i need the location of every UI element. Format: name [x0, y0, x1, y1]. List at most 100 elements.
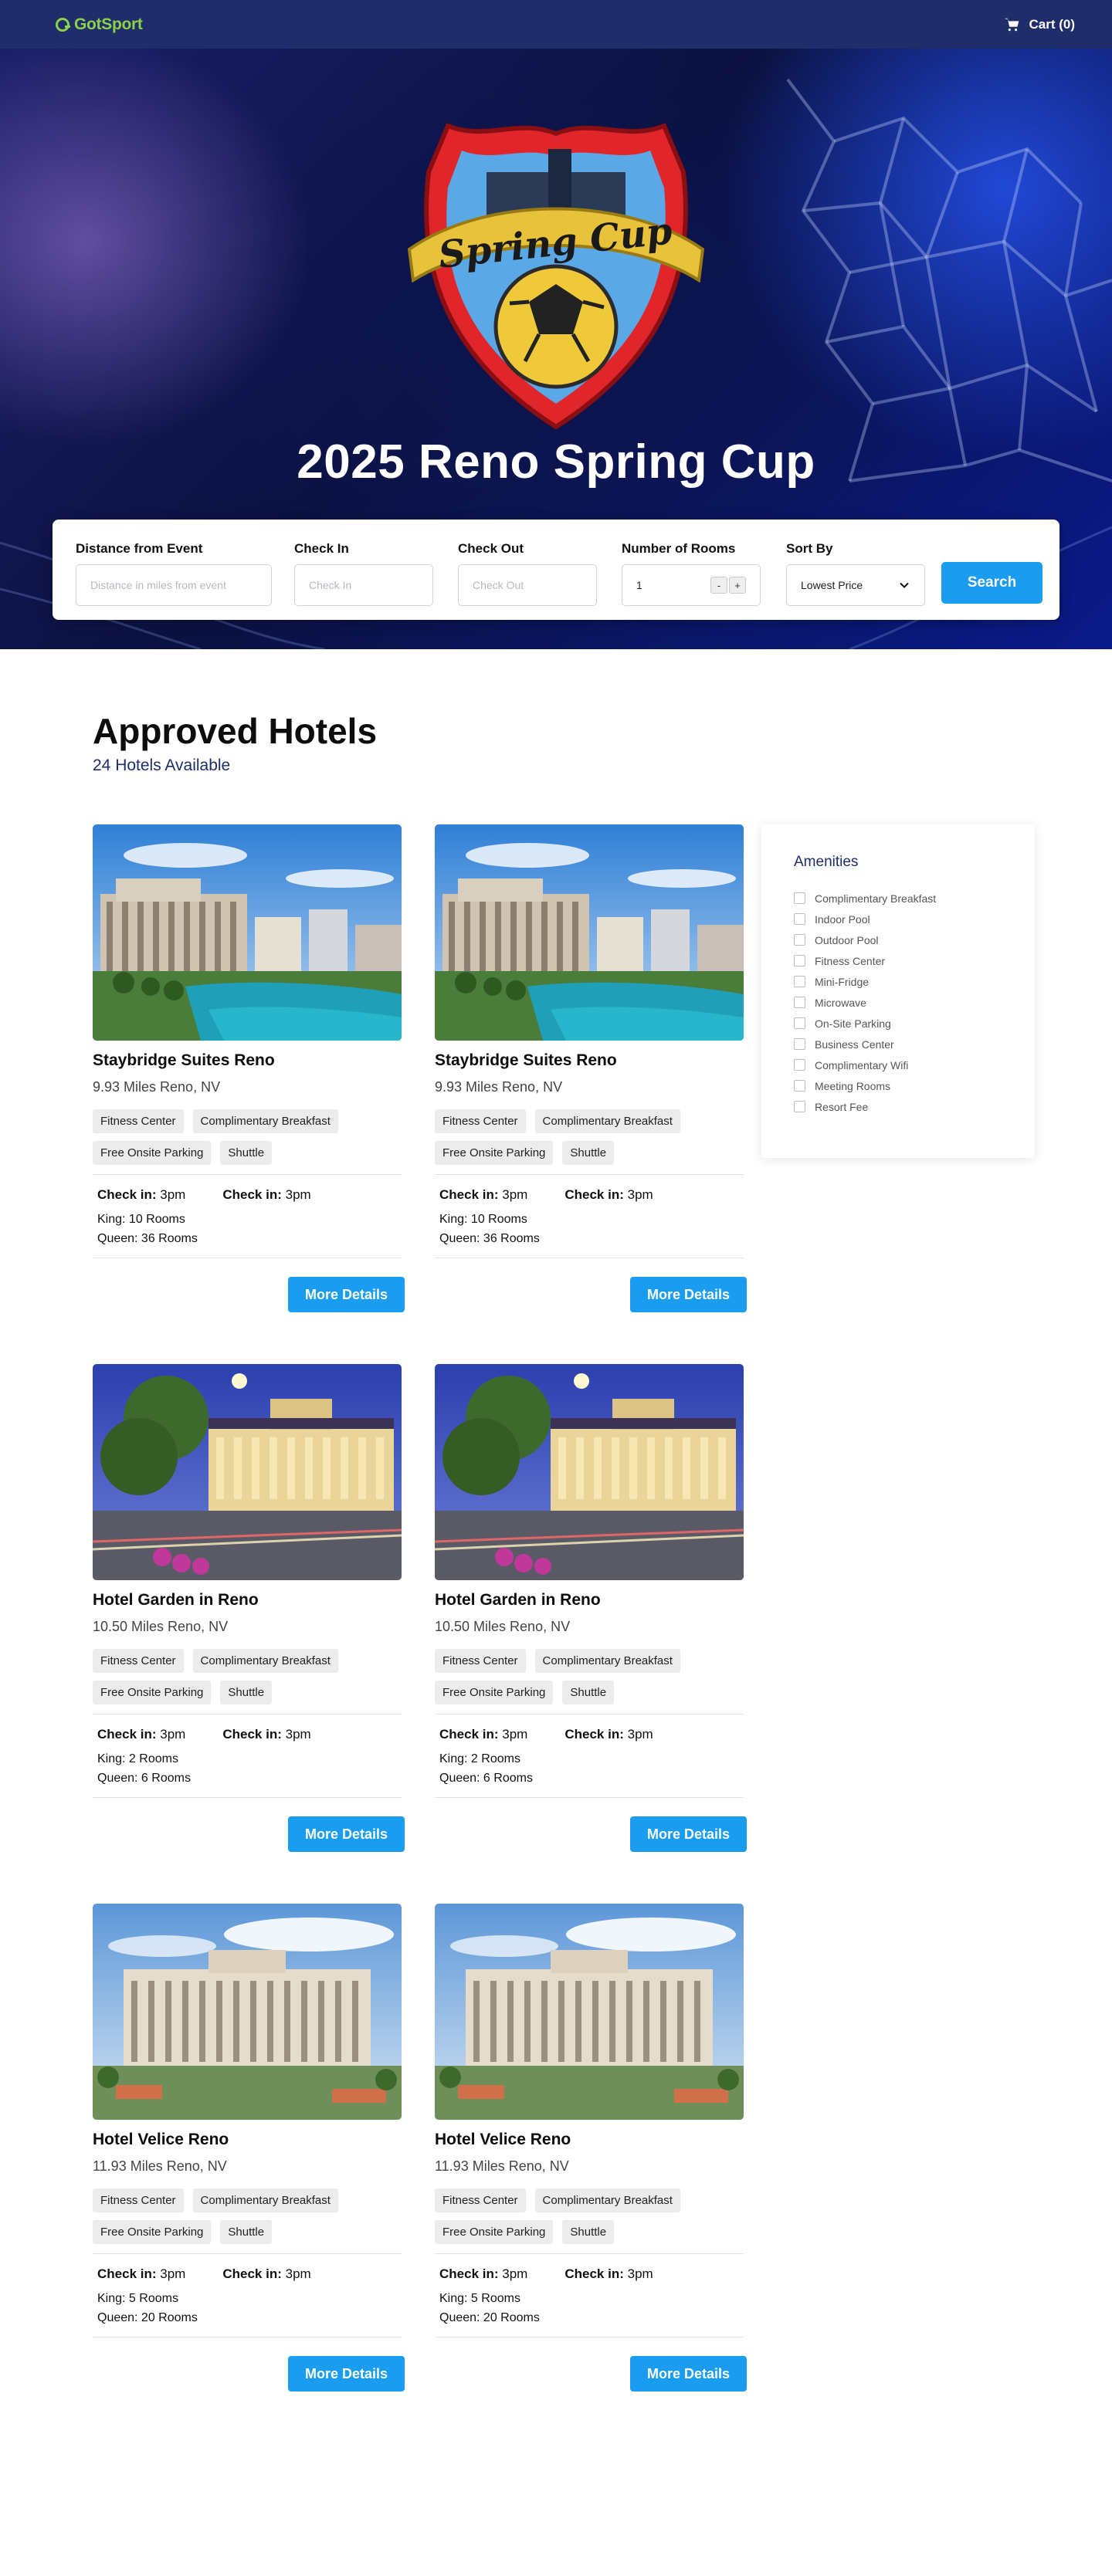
- rooms-increment-button[interactable]: +: [729, 577, 746, 594]
- amenity-checkbox[interactable]: [794, 1101, 805, 1112]
- amenity-filter-option[interactable]: On-Site Parking: [794, 1013, 1002, 1034]
- amenity-filter-option[interactable]: Meeting Rooms: [794, 1075, 1002, 1096]
- amenity-checkbox[interactable]: [794, 1017, 805, 1029]
- amenity-filter-option[interactable]: Microwave: [794, 992, 1002, 1013]
- hotel-image[interactable]: [435, 1904, 744, 2120]
- amenity-filter-option[interactable]: Business Center: [794, 1034, 1002, 1054]
- queen-rooms: Queen: 6 Rooms: [97, 1772, 191, 1785]
- check-in-input[interactable]: [309, 579, 419, 591]
- amenity-tag: Shuttle: [220, 2220, 273, 2244]
- rooms-decrement-button[interactable]: -: [710, 577, 727, 594]
- search-button[interactable]: Search: [941, 562, 1042, 604]
- more-details-button[interactable]: More Details: [630, 2356, 747, 2392]
- cart-button[interactable]: Cart (0): [1004, 16, 1075, 33]
- amenity-filter-label: Complimentary Breakfast: [815, 892, 937, 905]
- amenity-checkbox[interactable]: [794, 1059, 805, 1071]
- hotel-card: Staybridge Suites Reno 9.93 Miles Reno, N…: [435, 824, 747, 1318]
- amenity-filter-option[interactable]: Resort Fee: [794, 1096, 1002, 1117]
- amenity-filter-label: Business Center: [815, 1038, 894, 1051]
- sort-select[interactable]: Lowest Price: [786, 564, 925, 606]
- check-in-label: Check In: [294, 541, 349, 556]
- rooms-label: Number of Rooms: [622, 541, 736, 556]
- amenity-filter-option[interactable]: Outdoor Pool: [794, 929, 1002, 950]
- amenity-filter-option[interactable]: Fitness Center: [794, 950, 1002, 971]
- king-rooms: King: 2 Rooms: [97, 1752, 178, 1765]
- amenity-tags: Fitness Center Complimentary Breakfast Fre…: [435, 2188, 744, 2244]
- queen-rooms: Queen: 36 Rooms: [439, 1232, 540, 1245]
- rooms-value[interactable]: 1: [636, 579, 710, 591]
- queen-rooms: Queen: 6 Rooms: [439, 1772, 533, 1785]
- amenity-filter-option[interactable]: Mini-Fridge: [794, 971, 1002, 992]
- check-in-label-2: Check in:: [564, 2266, 624, 2281]
- logo-icon: [56, 17, 70, 32]
- divider: [435, 1174, 744, 1175]
- amenities-filter-panel: Amenities Complimentary Breakfast Indoor …: [761, 824, 1035, 1158]
- amenity-checkbox[interactable]: [794, 934, 805, 946]
- check-out-input[interactable]: [473, 579, 582, 591]
- amenity-filter-label: Fitness Center: [815, 954, 886, 967]
- more-details-button[interactable]: More Details: [288, 1816, 405, 1852]
- amenity-tag: Fitness Center: [435, 1109, 526, 1133]
- divider: [93, 1174, 402, 1175]
- distance-field: Distance from Event: [76, 541, 272, 606]
- more-details-button[interactable]: More Details: [288, 1277, 405, 1312]
- amenity-filter-option[interactable]: Indoor Pool: [794, 909, 1002, 929]
- check-in-label: Check in:: [97, 2266, 157, 2281]
- distance-input[interactable]: [90, 579, 257, 591]
- amenity-tag: Complimentary Breakfast: [534, 2188, 680, 2212]
- hotel-card: Staybridge Suites Reno 9.93 Miles Reno, N…: [93, 824, 405, 1318]
- amenity-checkbox[interactable]: [794, 976, 805, 987]
- amenity-tag: Complimentary Breakfast: [192, 1109, 338, 1133]
- hotel-name[interactable]: Staybridge Suites Reno: [93, 1051, 405, 1070]
- hotel-name[interactable]: Hotel Velice Reno: [435, 2131, 747, 2149]
- amenity-filter-label: Complimentary Wifi: [815, 1058, 909, 1071]
- amenity-tag: Fitness Center: [93, 1109, 184, 1133]
- room-availability: King: 5 Rooms Queen: 20 Rooms: [93, 2289, 405, 2327]
- check-in-time: Check in: 3pm: [439, 2266, 527, 2282]
- amenity-tag: Fitness Center: [93, 1649, 184, 1673]
- check-in-label: Check in:: [439, 1727, 499, 1742]
- amenity-tags: Fitness Center Complimentary Breakfast Fre…: [93, 1649, 402, 1704]
- sort-field: Sort By Lowest Price: [786, 541, 925, 606]
- amenity-checkbox[interactable]: [794, 892, 805, 904]
- amenity-tags: Fitness Center Complimentary Breakfast Fre…: [435, 1109, 744, 1165]
- amenity-tags: Fitness Center Complimentary Breakfast Fre…: [435, 1649, 744, 1704]
- hotel-image[interactable]: [93, 824, 402, 1041]
- hotel-image[interactable]: [435, 824, 744, 1041]
- check-out-field: Check Out: [458, 541, 597, 606]
- queen-rooms: Queen: 36 Rooms: [97, 1232, 198, 1245]
- more-details-button[interactable]: More Details: [630, 1816, 747, 1852]
- amenity-tag: Free Onsite Parking: [93, 1681, 212, 1704]
- amenity-checkbox[interactable]: [794, 1080, 805, 1092]
- hotel-name[interactable]: Hotel Velice Reno: [93, 2131, 405, 2149]
- hotel-name[interactable]: Staybridge Suites Reno: [435, 1051, 747, 1070]
- check-in-time: Check in: 3pm: [439, 1727, 527, 1742]
- check-in-time: Check in: 3pm: [97, 1187, 185, 1203]
- check-in-label-2: Check in:: [222, 1727, 282, 1742]
- gotsport-logo[interactable]: GotSport: [56, 15, 143, 34]
- hotel-distance: 10.50 Miles Reno, NV: [435, 1619, 571, 1634]
- amenity-checkbox[interactable]: [794, 997, 805, 1008]
- hotel-name[interactable]: Hotel Garden in Reno: [93, 1591, 405, 1610]
- check-in-label: Check in:: [439, 2266, 499, 2281]
- divider: [93, 1714, 402, 1715]
- more-details-button[interactable]: More Details: [630, 1277, 747, 1312]
- rooms-stepper: - +: [710, 577, 746, 594]
- rooms-input-wrap: 1 - +: [622, 564, 761, 606]
- king-rooms: King: 10 Rooms: [97, 1213, 185, 1226]
- hotel-name[interactable]: Hotel Garden in Reno: [435, 1591, 747, 1610]
- hotel-image[interactable]: [93, 1904, 402, 2120]
- amenity-filter-label: Microwave: [815, 996, 866, 1009]
- hotel-search-panel: Distance from Event Check In Check Out N…: [53, 520, 1059, 620]
- more-details-button[interactable]: More Details: [288, 2356, 405, 2392]
- amenity-tag: Fitness Center: [435, 1649, 526, 1673]
- hotel-image[interactable]: [435, 1364, 744, 1580]
- amenity-checkbox[interactable]: [794, 1038, 805, 1050]
- amenity-filter-option[interactable]: Complimentary Wifi: [794, 1054, 1002, 1075]
- amenity-checkbox[interactable]: [794, 913, 805, 925]
- check-in-times: Check in: 3pm Check in: 3pm: [435, 1727, 747, 1742]
- amenity-filter-option[interactable]: Complimentary Breakfast: [794, 888, 1002, 909]
- hotel-image[interactable]: [93, 1364, 402, 1580]
- amenity-checkbox[interactable]: [794, 955, 805, 966]
- logo-text: GotSport: [74, 15, 143, 33]
